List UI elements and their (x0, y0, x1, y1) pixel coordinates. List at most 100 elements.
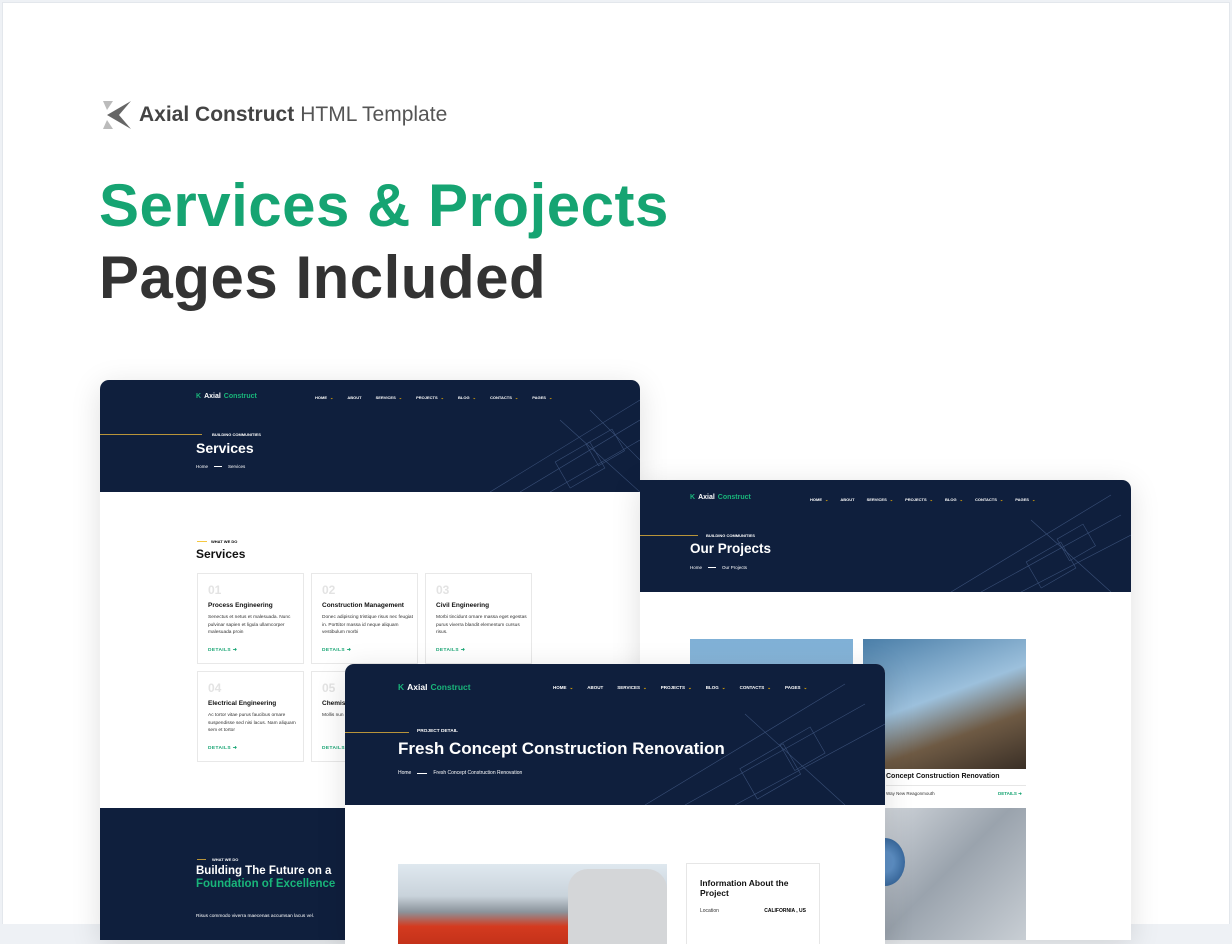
chevron-down-icon: ⌄ (330, 395, 334, 400)
info-row: Location CALIFORNIA , US (700, 908, 806, 914)
nav-label: Blog (705, 685, 719, 690)
breadcrumb-current: Our Projects (722, 565, 748, 570)
nav-item-pages[interactable]: Pages ⌄ (532, 395, 552, 400)
nav-item-projects[interactable]: Projects ⌄ (905, 497, 933, 502)
service-card[interactable]: 01 Process Engineering Senectus et netus e… (197, 573, 304, 664)
nav-item-blog[interactable]: Blog ⌄ (458, 395, 476, 400)
nav-item-pages[interactable]: Pages ⌄ (785, 685, 807, 691)
nav-item-contacts[interactable]: Contacts ⌄ (975, 497, 1003, 502)
nav-item-about[interactable]: About (840, 497, 854, 502)
service-card[interactable]: 04 Electrical Engineering Ac tortor vitae … (197, 671, 304, 762)
card-details-link[interactable]: DETAILS ➜ (322, 648, 351, 653)
page-kicker: Building Communities (706, 533, 755, 538)
headline-dark: Pages Included (99, 244, 547, 311)
site-logo[interactable]: K Axial Construct (690, 494, 751, 501)
chevron-down-icon: ⌄ (569, 685, 574, 690)
chevron-down-icon: ⌄ (959, 497, 963, 502)
card-desc: Senectus et netus et malesuada. Nunc pul… (208, 615, 291, 635)
chevron-down-icon: ⌄ (642, 685, 647, 690)
nav-item-services[interactable]: Services ⌄ (376, 395, 403, 400)
nav-item-projects[interactable]: Projects ⌄ (416, 395, 444, 400)
nav-label: Services (866, 497, 887, 502)
project-image-3[interactable] (863, 808, 1026, 940)
card-title: Electrical Engineering (208, 700, 277, 707)
nav-item-home[interactable]: Home ⌄ (810, 497, 828, 502)
logo-icon: K (690, 494, 696, 501)
nav-item-contacts[interactable]: Contacts ⌄ (490, 395, 518, 400)
site-logo[interactable]: K Axial Construct (398, 682, 471, 692)
nav-item-contacts[interactable]: Contacts ⌄ (740, 685, 771, 691)
project-info-box: Information About the Project Location CA… (686, 863, 820, 944)
card-desc: Donec adipiscing tristique risus nec feu… (322, 615, 413, 635)
project-image-2[interactable] (863, 639, 1026, 769)
breadcrumb-home[interactable]: Home (398, 770, 411, 776)
service-card[interactable]: 03 Civil Engineering Morbi tincidunt ornar… (425, 573, 532, 664)
chevron-down-icon: ⌄ (999, 497, 1004, 502)
breadcrumb-current: Fresh Concept Construction Renovation (433, 770, 523, 776)
nav-item-services[interactable]: Services ⌄ (867, 497, 894, 502)
card-details-link[interactable]: DETAILS (322, 746, 345, 751)
chevron-down-icon: ⌄ (825, 497, 829, 502)
nav-label: About (587, 685, 604, 690)
card-title: Process Engineering (208, 602, 273, 609)
card-desc: Ac tortor vitae purus faucibus ornare su… (208, 713, 296, 733)
nav-label: Home (553, 685, 567, 690)
chevron-down-icon: ⌄ (767, 685, 772, 690)
service-card[interactable]: 02 Construction Management Donec adipiscin… (311, 573, 418, 664)
logo-text: Axial (698, 494, 715, 501)
chevron-down-icon: ⌄ (803, 685, 808, 690)
nav-item-services[interactable]: Services ⌄ (617, 685, 646, 691)
nav-item-home[interactable]: Home ⌄ (315, 395, 333, 400)
about-kicker: What we do (212, 857, 239, 862)
headline-green: Services & Projects (99, 172, 669, 239)
nav-label: Services (375, 395, 396, 400)
page-title: Fresh Concept Construction Renovation (398, 739, 725, 758)
info-title: Information About the Project (700, 878, 789, 898)
nav-item-pages[interactable]: Pages ⌄ (1015, 497, 1035, 502)
kicker-line (197, 859, 206, 860)
chevron-down-icon: ⌄ (440, 395, 445, 400)
nav-label: Contacts (739, 685, 765, 690)
nav-label: Home (315, 395, 327, 400)
project-details-link[interactable]: DETAILS ➜ (998, 791, 1022, 797)
section-kicker-line (197, 541, 207, 542)
brand-suffix: HTML Template (300, 103, 448, 126)
info-label: Location (700, 908, 719, 914)
projects-header: K Axial Construct Home ⌄ About Services ⌄ Proje… (640, 480, 1131, 592)
chevron-down-icon: ⌄ (398, 395, 403, 400)
page-kicker: Building Communities (212, 432, 261, 437)
nav-label: Services (617, 685, 640, 690)
card-details-link[interactable]: DETAILS ➜ (208, 746, 237, 751)
services-header: K Axial Construct Home ⌄ About Services ⌄ Proje… (100, 380, 640, 492)
card-details-link[interactable]: DETAILS ➜ (436, 648, 465, 653)
site-logo[interactable]: K Axial Construct (196, 393, 257, 400)
card-title: Civil Engineering (436, 602, 490, 609)
nav-item-projects[interactable]: Projects ⌄ (661, 685, 692, 691)
axial-logo-icon (103, 101, 131, 129)
chevron-down-icon: ⌄ (929, 497, 934, 502)
nav-item-home[interactable]: Home ⌄ (553, 685, 573, 691)
card-number: 03 (436, 583, 450, 597)
chevron-down-icon: ⌄ (721, 685, 726, 690)
project-caption[interactable]: Concept Construction Renovation (886, 773, 1000, 780)
nav-label: Blog (945, 497, 957, 502)
nav-item-blog[interactable]: Blog ⌄ (945, 497, 963, 502)
tank-graphic (568, 869, 667, 944)
info-value: CALIFORNIA , US (764, 908, 806, 914)
nav-label: Projects (416, 395, 438, 400)
promo-brand: Axial Construct HTML Template (101, 100, 447, 130)
breadcrumb: Home Services (196, 464, 245, 469)
nav-item-about[interactable]: About (587, 685, 603, 691)
breadcrumb-home[interactable]: Home (196, 464, 208, 469)
project-photo (398, 864, 667, 944)
nav-label: Pages (532, 395, 546, 400)
breadcrumb-home[interactable]: Home (690, 565, 702, 570)
main-nav: Home ⌄ About Services ⌄ Projects ⌄ Blog ⌄ Contact… (810, 497, 1035, 502)
logo-text-green: Construct (223, 393, 257, 400)
nav-item-blog[interactable]: Blog ⌄ (706, 685, 726, 691)
nav-label: Projects (905, 497, 927, 502)
card-details-link[interactable]: DETAILS ➜ (208, 648, 237, 653)
kicker-line (345, 732, 409, 733)
nav-item-about[interactable]: About (347, 395, 361, 400)
breadcrumb: Home Fresh Concept Construction Renovatio… (398, 770, 522, 776)
